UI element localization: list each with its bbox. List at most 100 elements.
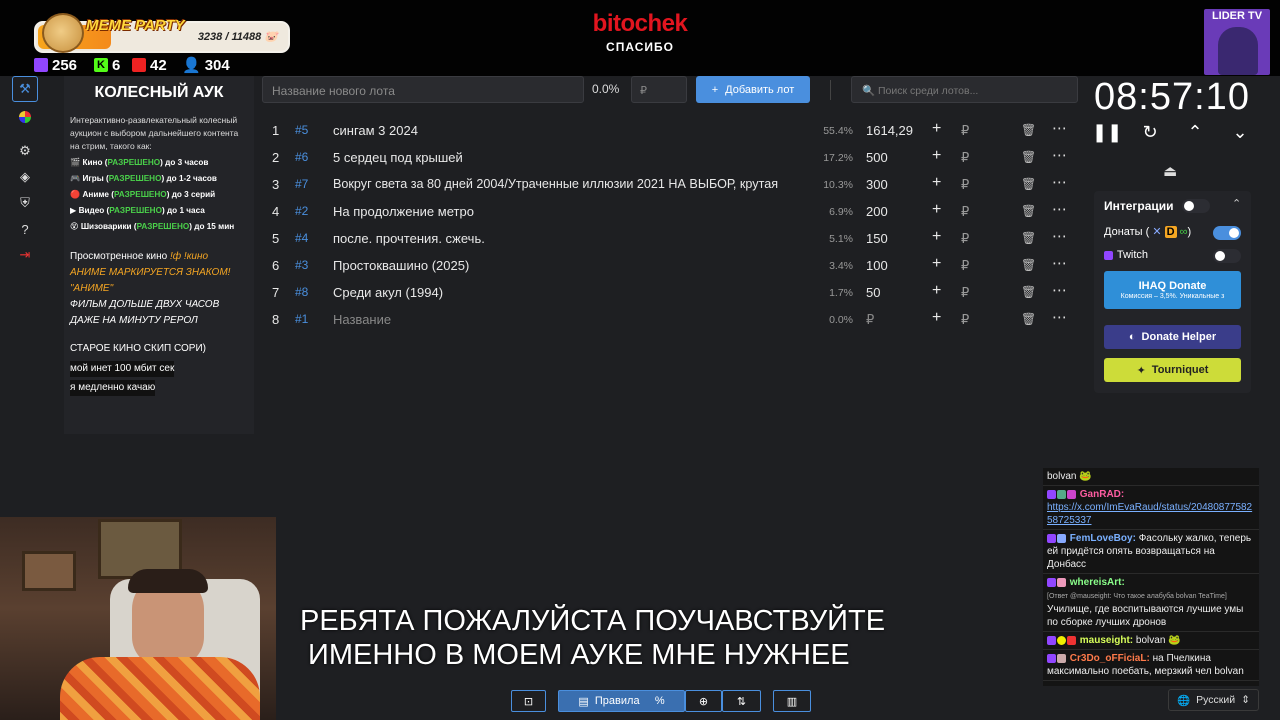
chat-message: mauseight: bolvan 🐸: [1043, 632, 1259, 650]
twitch-icon: [34, 58, 48, 72]
clear-icon[interactable]: ▥: [773, 690, 811, 712]
chat-message: Cr3Do_oFFiciaL: на Пчелкина максимально …: [1043, 650, 1259, 681]
trash-icon[interactable]: 🗑: [1021, 204, 1036, 218]
table-row[interactable]: 5 #4 после. прочтения. сжечь. 5.1% 150 + ₽ 🗑 ⋯: [262, 225, 1074, 252]
plus-icon[interactable]: +: [932, 309, 941, 327]
trash-icon[interactable]: 🗑: [1021, 177, 1036, 191]
table-row[interactable]: 4 #2 На продолжение метро 6.9% 200 + ₽ 🗑 ⋯: [262, 198, 1074, 225]
trash-icon[interactable]: 🗑: [1021, 123, 1036, 137]
lot-amount-input[interactable]: ₽: [631, 76, 687, 103]
brand-logo: bitochek СПАСИБО: [592, 10, 688, 54]
trash-icon[interactable]: 🗑: [1021, 258, 1036, 272]
auction-icon[interactable]: ⚒: [12, 76, 38, 102]
donate-helper-button[interactable]: ◐ Donate Helper: [1104, 325, 1241, 349]
shield-icon[interactable]: ⛨: [12, 190, 38, 216]
table-row[interactable]: 3 #7 Вокруг света за 80 дней 2004/Утраченн…: [262, 171, 1074, 198]
table-row[interactable]: 2 #6 5 сердец под крышей 17.2% 500 + ₽ 🗑 ⋯: [262, 144, 1074, 171]
plus-icon: +: [711, 83, 719, 96]
list-item: 🎬 Кино (РАЗРЕШЕНО) до 3 часов: [70, 158, 209, 167]
bottom-toolbar: ⊡ ▤ Правила % ⊕ ⇅ ▥: [511, 690, 811, 712]
add-lot-button[interactable]: + Добавить лот: [696, 76, 810, 103]
more-icon[interactable]: ⋯: [1052, 308, 1067, 326]
chevron-up-icon[interactable]: ⌃: [1232, 197, 1241, 210]
list-item: 🔴 Аниме (РАЗРЕШЕНО) до 3 серий: [70, 190, 216, 199]
rules-button[interactable]: ▤ Правила %: [558, 690, 685, 712]
rouble-icon[interactable]: ₽: [961, 312, 969, 328]
plus-icon[interactable]: +: [932, 147, 941, 165]
list-item: 😵 Шизоварики (РАЗРЕШЕНО) до 15 мин: [70, 222, 235, 231]
lot-percent: 0.0%: [592, 82, 620, 96]
plus-icon[interactable]: +: [932, 228, 941, 246]
table-row[interactable]: 1 #5 сингам 3 2024 55.4% 1614,29 + ₽ 🗑 ⋯: [262, 117, 1074, 144]
plus-icon[interactable]: +: [932, 201, 941, 219]
stream-subtitle: РЕБЯТА ПОЖАЛУЙСТА ПОУЧАВСТВУЙТЕ ИМЕННО В…: [300, 605, 886, 671]
twitch-toggle[interactable]: [1213, 249, 1241, 263]
tourniquet-button[interactable]: ✦ Tourniquet: [1104, 358, 1241, 382]
net-note-2: я медленно качаю: [70, 380, 156, 396]
rouble-icon[interactable]: ₽: [961, 123, 969, 139]
more-icon[interactable]: ⋯: [1052, 146, 1067, 164]
archive-icon[interactable]: ⊡: [511, 690, 546, 712]
plus-icon[interactable]: +: [932, 255, 941, 273]
sort-icon[interactable]: ⇅: [722, 690, 761, 712]
viewers-stat: 👤 304: [182, 56, 230, 75]
divider: [830, 80, 831, 100]
dh-icon: ◐: [1128, 331, 1136, 343]
rouble-icon[interactable]: ₽: [961, 231, 969, 247]
help-icon[interactable]: ?: [12, 216, 38, 242]
rouble-icon[interactable]: ₽: [961, 204, 969, 220]
more-icon[interactable]: ⋯: [1052, 200, 1067, 218]
table-row[interactable]: 7 #8 Среди акул (1994) 1.7% 50 + ₽ 🗑 ⋯: [262, 279, 1074, 306]
table-row[interactable]: 8 #1 Название 0.0% ₽ + ₽ 🗑 ⋯: [262, 306, 1074, 333]
chevron-up-icon[interactable]: ⌃: [1183, 122, 1207, 143]
restart-icon[interactable]: ↻: [1138, 122, 1162, 143]
plus-icon[interactable]: +: [932, 174, 941, 192]
banner-count: 3238 / 11488 🐷: [197, 31, 278, 43]
vk-icon: [132, 58, 146, 72]
table-row[interactable]: 6 #3 Простоквашино (2025) 3.4% 100 + ₽ 🗑 ⋯: [262, 252, 1074, 279]
collapse-icon[interactable]: ⏏: [1163, 162, 1177, 180]
kick-stat: K6: [94, 57, 120, 74]
globe-icon: 🌐: [1177, 694, 1191, 707]
rouble-icon[interactable]: ₽: [961, 258, 969, 274]
film-note: ФИЛЬМ ДОЛЬШЕ ДВУХ ЧАСОВ ДАЖЕ НА МИНУТУ Р…: [70, 299, 220, 326]
rouble-icon[interactable]: ₽: [961, 285, 969, 301]
ihaq-donate-button[interactable]: IHAQ Donate Комиссия – 3,5%. Уникальные …: [1104, 271, 1241, 309]
pause-icon[interactable]: ❚❚: [1092, 122, 1122, 143]
percent-icon: %: [654, 695, 665, 707]
logout-icon[interactable]: ⇥: [12, 242, 38, 268]
vk-stat: 42: [132, 57, 167, 74]
more-icon[interactable]: ⋯: [1052, 254, 1067, 272]
allowed-list: 🎬 Кино (РАЗРЕШЕНО) до 3 часов 🎮 Игры (РА…: [70, 155, 248, 235]
language-select[interactable]: 🌐 Русский ⇕: [1168, 689, 1259, 711]
split-icon[interactable]: ⊕: [685, 690, 722, 712]
plus-icon[interactable]: +: [932, 120, 941, 138]
rouble-icon[interactable]: ₽: [961, 177, 969, 193]
chat-message: whereisArt: [Ответ @mauseight: Что такое …: [1043, 574, 1259, 632]
trash-icon[interactable]: 🗑: [1021, 150, 1036, 164]
more-icon[interactable]: ⋯: [1052, 173, 1067, 191]
rouble-icon[interactable]: ₽: [961, 150, 969, 166]
search-input[interactable]: 🔍 Поиск среди лотов...: [851, 76, 1078, 103]
settings-icon[interactable]: ⚙: [12, 138, 38, 164]
timer-display: 08:57:10: [1094, 76, 1250, 118]
rules-icon: ▤: [578, 695, 589, 708]
chevron-down-icon[interactable]: ⌄: [1228, 122, 1252, 143]
more-icon[interactable]: ⋯: [1052, 119, 1067, 137]
lot-name-input[interactable]: Название нового лота: [262, 76, 584, 103]
donations-toggle[interactable]: [1213, 226, 1241, 240]
info-desc: Интерактивно-развлекательный колесный ау…: [70, 115, 239, 151]
integrations-toggle[interactable]: [1182, 199, 1210, 213]
trash-icon[interactable]: 🗑: [1021, 231, 1036, 245]
plus-icon[interactable]: +: [932, 282, 941, 300]
trash-icon[interactable]: 🗑: [1021, 285, 1036, 299]
donations-label: Донаты ( ✕ D ∞): [1104, 226, 1192, 238]
more-icon[interactable]: ⋯: [1052, 227, 1067, 245]
more-icon[interactable]: ⋯: [1052, 281, 1067, 299]
wheel-icon[interactable]: [12, 104, 38, 130]
updown-icon: ⇕: [1241, 694, 1250, 706]
trash-icon[interactable]: 🗑: [1021, 312, 1036, 326]
chat-panel: bolvan 🐸 GanRAD: https://x.com/ImEvaRaud/…: [1043, 468, 1259, 686]
old-note: СТАРОЕ КИНО СКИП СОРИ): [70, 343, 206, 354]
layers-icon[interactable]: ◈: [12, 164, 38, 190]
